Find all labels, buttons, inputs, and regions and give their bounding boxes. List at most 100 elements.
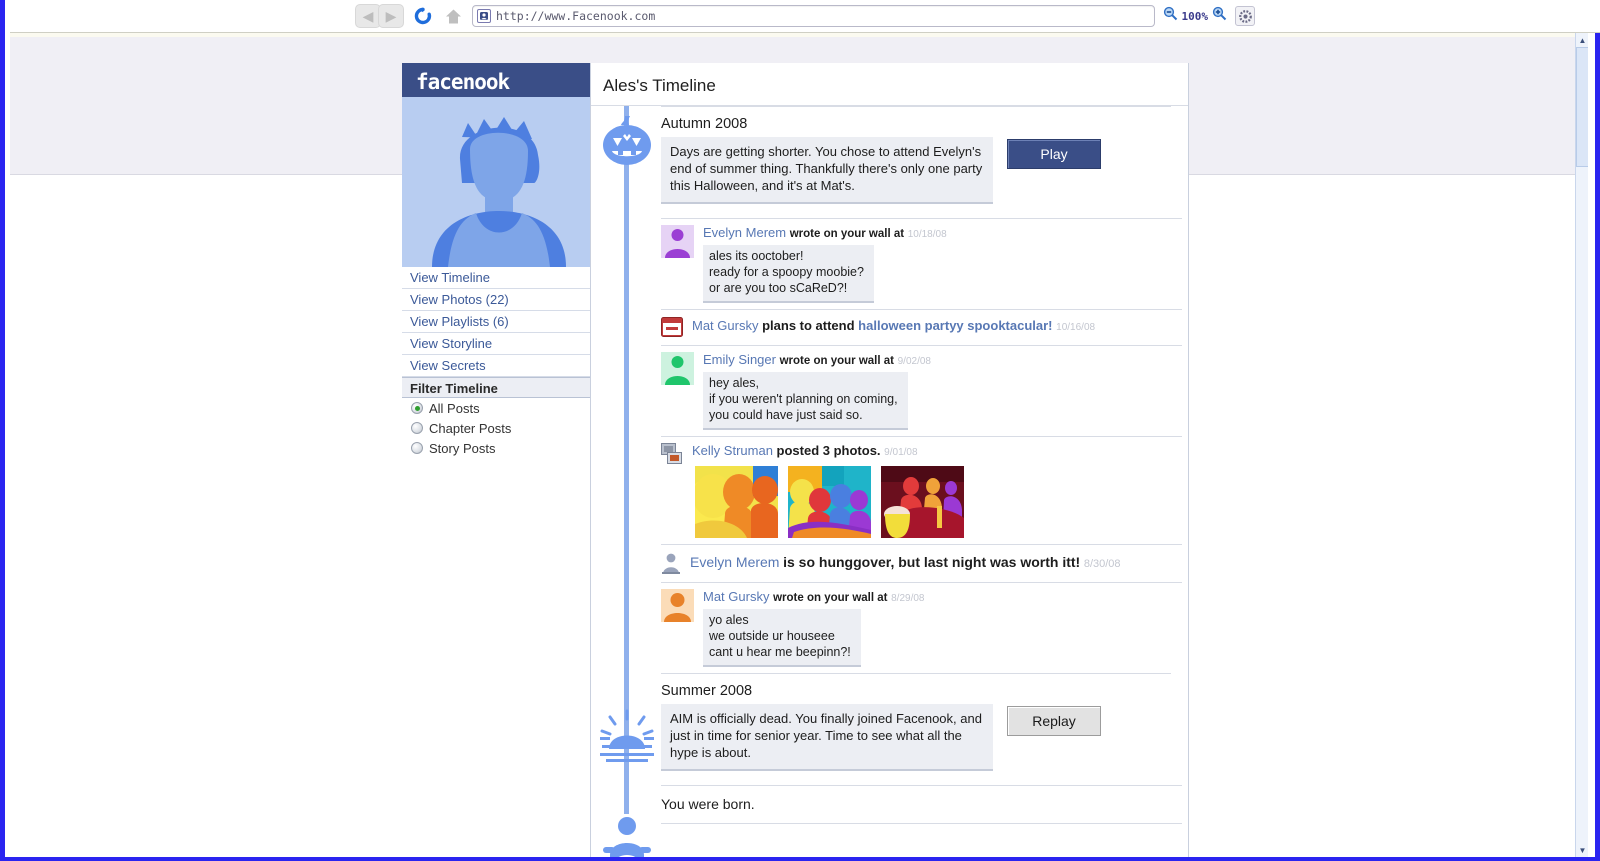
sidebar-item-view-storyline[interactable]: View Storyline <box>402 333 590 355</box>
sidebar-item-view-secrets[interactable]: View Secrets <box>402 355 590 377</box>
url-text: http://www.Facenook.com <box>496 9 656 23</box>
filter-timeline-header: Filter Timeline <box>402 377 590 398</box>
post-author[interactable]: Evelyn Merem <box>703 225 786 240</box>
timeline-post-kelly-photos: Kelly Struman posted 3 photos. 9/01/08 <box>661 436 1182 544</box>
post-date: 10/18/08 <box>907 229 947 240</box>
scroll-down-arrow-icon[interactable]: ▼ <box>1576 843 1588 857</box>
post-message: yo ales we outside ur houseee cant u hea… <box>703 609 861 667</box>
post-message: hey ales, if you weren't planning on com… <box>703 372 908 430</box>
play-button[interactable]: Play <box>1007 139 1101 169</box>
page-title: Ales's Timeline <box>591 63 1188 106</box>
filter-label: All Posts <box>429 400 480 416</box>
chapter-text: AIM is officially dead. You finally join… <box>661 704 993 771</box>
radio-icon[interactable] <box>411 402 423 414</box>
sidebar-item-view-playlists[interactable]: View Playlists (6) <box>402 311 590 333</box>
radio-icon[interactable] <box>411 442 423 454</box>
pumpkin-icon <box>596 110 658 172</box>
sidebar: View Timeline View Photos (22) View Play… <box>402 97 590 857</box>
site-favicon-icon <box>477 9 491 23</box>
post-action: wrote on your wall at <box>779 355 894 367</box>
event-link[interactable]: halloween partyy spooktacular! <box>858 318 1052 333</box>
post-header: Evelyn Merem is so hunggover, but last n… <box>690 554 1182 572</box>
timeline-post-mat-wall: Mat Gursky wrote on your wall at 8/29/08… <box>661 582 1182 673</box>
sidebar-link-list: View Timeline View Photos (22) View Play… <box>402 267 590 377</box>
browser-window: ◀ ▶ http://www.Facenook.com 100% facenoo… <box>0 0 1600 861</box>
post-author[interactable]: Emily Singer <box>703 352 776 367</box>
navigation-buttons: ◀ ▶ <box>355 4 404 28</box>
forward-arrow-icon: ▶ <box>385 8 397 24</box>
avatar[interactable] <box>661 352 694 385</box>
filter-option-chapter-posts[interactable]: Chapter Posts <box>402 418 590 438</box>
timeline-post-evelyn-status: Evelyn Merem is so hunggover, but last n… <box>661 544 1182 582</box>
photos-icon[interactable] <box>661 443 683 465</box>
zoom-level: 100% <box>1181 9 1209 23</box>
timeline-post-evelyn-october: Evelyn Merem wrote on your wall at 10/18… <box>661 218 1182 309</box>
filter-option-all-posts[interactable]: All Posts <box>402 398 590 418</box>
chapter-title: Autumn 2008 <box>661 116 748 132</box>
timeline-post-mat-attending: Mat Gursky plans to attend halloween par… <box>661 309 1182 345</box>
chapter-autumn-2008: Autumn 2008 Days are getting shorter. Yo… <box>661 106 1182 204</box>
sunset-icon <box>596 707 658 769</box>
message-line: ready for a spoopy moobie? <box>709 265 864 279</box>
photo-thumbnail[interactable] <box>881 466 964 538</box>
avatar <box>402 97 590 267</box>
message-line: yo ales <box>709 613 749 627</box>
reload-icon[interactable] <box>412 5 434 27</box>
zoom-out-icon[interactable] <box>1163 6 1178 26</box>
post-header: Evelyn Merem wrote on your wall at 10/18… <box>703 225 1182 243</box>
message-line: we outside ur houseee <box>709 629 835 643</box>
post-date: 9/01/08 <box>884 447 918 458</box>
vertical-scrollbar[interactable]: ▲ ▼ <box>1575 33 1588 857</box>
facenook-app: facenook View Timeline View Photos (22) … <box>402 33 1189 857</box>
timeline-post-emily-wall: Emily Singer wrote on your wall at 9/02/… <box>661 345 1182 436</box>
person-icon[interactable] <box>661 552 681 574</box>
zoom-in-icon[interactable] <box>1212 6 1227 26</box>
post-date: 8/30/08 <box>1083 558 1121 570</box>
post-date: 10/16/08 <box>1056 322 1096 333</box>
page-viewport: facenook View Timeline View Photos (22) … <box>10 33 1588 857</box>
post-action: posted 3 photos. <box>776 443 881 458</box>
filter-radio-group: All Posts Chapter Posts Story Posts <box>402 398 590 458</box>
facenook-logo[interactable]: facenook <box>416 70 510 94</box>
post-header: Mat Gursky wrote on your wall at 8/29/08 <box>703 589 1182 607</box>
filter-label: Story Posts <box>429 440 496 456</box>
post-author[interactable]: Kelly Struman <box>692 443 773 458</box>
photo-thumbnail[interactable] <box>695 466 778 538</box>
post-action: plans to attend <box>762 318 855 333</box>
replay-button[interactable]: Replay <box>1007 706 1101 736</box>
message-line: you could have just said so. <box>709 408 863 422</box>
event-icon[interactable] <box>661 317 683 337</box>
post-action: wrote on your wall at <box>773 592 888 604</box>
post-author[interactable]: Mat Gursky <box>692 318 758 333</box>
post-date: 8/29/08 <box>891 593 925 604</box>
forward-button[interactable]: ▶ <box>378 4 404 28</box>
browser-toolbar: ◀ ▶ http://www.Facenook.com 100% <box>10 0 1600 33</box>
gear-icon[interactable] <box>1235 6 1255 26</box>
post-author[interactable]: Evelyn Merem <box>690 554 779 570</box>
baby-icon <box>596 809 658 857</box>
back-arrow-icon: ◀ <box>362 8 374 24</box>
chapter-text: Days are getting shorter. You chose to a… <box>661 137 993 204</box>
post-date: 9/02/08 <box>897 356 931 367</box>
post-action: wrote on your wall at <box>789 228 905 240</box>
chapter-title: Summer 2008 <box>661 683 753 699</box>
home-icon[interactable] <box>442 5 464 27</box>
timeline: Autumn 2008 Days are getting shorter. Yo… <box>591 106 1188 857</box>
photo-thumbnail[interactable] <box>788 466 871 538</box>
address-bar[interactable]: http://www.Facenook.com <box>472 5 1155 27</box>
message-line: cant u hear me beepinn?! <box>709 645 851 659</box>
avatar[interactable] <box>661 589 694 622</box>
filter-option-story-posts[interactable]: Story Posts <box>402 438 590 458</box>
post-author[interactable]: Mat Gursky <box>703 589 769 604</box>
radio-icon[interactable] <box>411 422 423 434</box>
avatar[interactable] <box>661 225 694 258</box>
message-line: or are you too sCaReD?! <box>709 281 848 295</box>
timeline-born-entry: You were born. <box>661 785 1182 824</box>
post-message: ales its ooctober! ready for a spoopy mo… <box>703 245 874 303</box>
scroll-up-arrow-icon[interactable]: ▲ <box>1576 33 1588 47</box>
post-header: Emily Singer wrote on your wall at 9/02/… <box>703 352 1182 370</box>
scrollbar-thumb[interactable] <box>1576 47 1588 167</box>
sidebar-item-view-timeline[interactable]: View Timeline <box>402 267 590 289</box>
post-action: is so hunggover, but last night was wort… <box>783 554 1081 570</box>
sidebar-item-view-photos[interactable]: View Photos (22) <box>402 289 590 311</box>
